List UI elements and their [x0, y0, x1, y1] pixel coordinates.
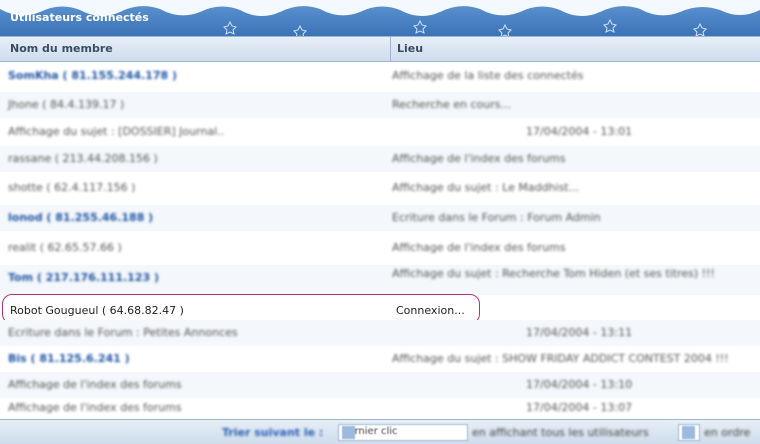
- activity-link[interactable]: Affichage de l'index des forums: [8, 401, 182, 414]
- member-name-link[interactable]: SomKha ( 81.155.244.178 ): [8, 69, 177, 82]
- table-row: Jhone ( 84.4.139.17 ) Recherche en cours…: [0, 92, 760, 118]
- member-name[interactable]: realit ( 62.65.57.66 ): [8, 241, 122, 254]
- chevron-down-icon: [342, 426, 355, 439]
- activity-time: 17/04/2004 - 13:11: [526, 326, 633, 339]
- location-text: Recherche en cours...: [392, 98, 511, 111]
- column-header-member: Nom du membre: [10, 42, 113, 55]
- sort-select[interactable]: dernier clic: [338, 424, 468, 441]
- table-row: shotte ( 62.4.117.156 ) Affichage du suj…: [0, 175, 760, 201]
- member-name-link[interactable]: Tom ( 217.176.111.123 ): [8, 271, 159, 284]
- activity-time: 17/04/2004 - 13:07: [526, 401, 633, 414]
- activity-time: 17/04/2004 - 13:01: [526, 125, 633, 138]
- order-text: en ordre: [704, 426, 751, 439]
- table-row: rassane ( 213.44.208.156 ) Affichage de …: [0, 146, 760, 172]
- location-text: Affichage du sujet : Recherche Tom Hiden…: [392, 267, 715, 280]
- location-text: Affichage du sujet : Le Maddhist...: [392, 181, 580, 194]
- table-row: realit ( 62.65.57.66 ) Affichage de l'in…: [0, 235, 760, 261]
- table-row: Affichage de l'index des forums 17/04/20…: [0, 395, 760, 421]
- member-name-link[interactable]: lonod ( 81.255.46.188 ): [8, 211, 153, 224]
- table-row: Bis ( 81.125.6.241 ) Affichage du sujet …: [0, 346, 760, 372]
- table-header: Nom du membre Lieu: [0, 36, 760, 62]
- panel-title: Utilisateurs connectés: [10, 11, 149, 24]
- member-name-link[interactable]: Bis ( 81.125.6.241 ): [8, 352, 130, 365]
- table-row: Ecriture dans le Forum : Petites Annonce…: [0, 320, 760, 346]
- sort-label: Trier suivant le :: [222, 426, 324, 439]
- column-divider: [390, 37, 391, 61]
- activity-link[interactable]: Ecriture dans le Forum : Petites Annonce…: [8, 326, 238, 339]
- table-row: Affichage du sujet : [DOSSIER] Journal..…: [0, 119, 760, 145]
- location-text: Affichage du sujet : SHOW FRIDAY ADDICT …: [392, 352, 729, 365]
- activity-link[interactable]: Affichage du sujet : [DOSSIER] Journal..: [8, 125, 224, 138]
- location-text: Ecriture dans le Forum : Forum Admin: [392, 211, 601, 224]
- activity-time: 17/04/2004 - 13:10: [526, 378, 633, 391]
- filter-text: en affichant tous les utilisateurs: [472, 426, 649, 439]
- sort-toolbar: Trier suivant le : dernier clic en affic…: [0, 419, 760, 444]
- member-name[interactable]: Jhone ( 84.4.139.17 ): [8, 98, 124, 111]
- location-text: Affichage de la liste des connectés: [392, 69, 584, 82]
- member-name[interactable]: shotte ( 62.4.117.156 ): [8, 181, 135, 194]
- location-text: Affichage de l'index des forums: [392, 152, 566, 165]
- order-select[interactable]: [678, 424, 700, 441]
- chevron-down-icon: [682, 426, 695, 439]
- member-name[interactable]: rassane ( 213.44.208.156 ): [8, 152, 158, 165]
- column-header-location: Lieu: [397, 42, 424, 55]
- location-text: Affichage de l'index des forums: [392, 241, 566, 254]
- activity-link[interactable]: Affichage de l'index des forums: [8, 378, 182, 391]
- table-row: SomKha ( 81.155.244.178 ) Affichage de l…: [0, 63, 760, 89]
- table-row: Tom ( 217.176.111.123 ) Affichage du suj…: [0, 265, 760, 295]
- panel-titlebar: Utilisateurs connectés: [0, 0, 760, 36]
- table-row: lonod ( 81.255.46.188 ) Ecriture dans le…: [0, 205, 760, 231]
